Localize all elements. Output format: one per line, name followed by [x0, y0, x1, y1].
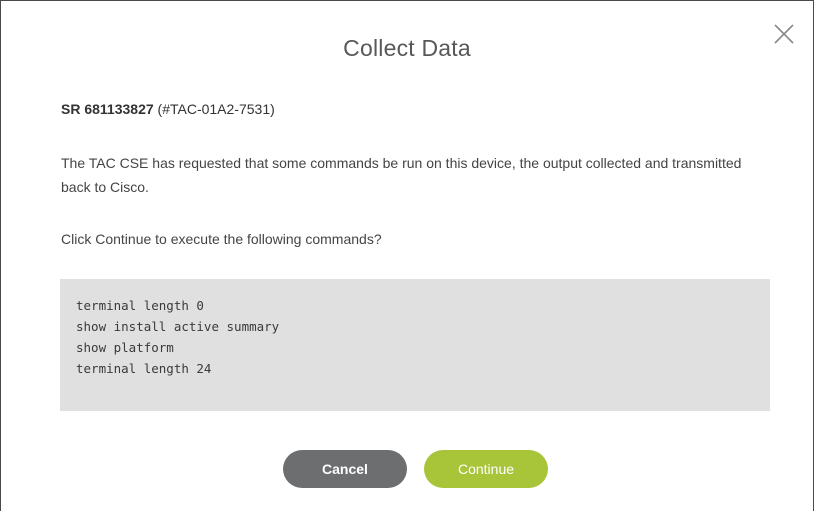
sr-reference: (#TAC-01A2-7531) [157, 101, 275, 117]
command-list: terminal length 0 show install active su… [60, 279, 770, 411]
dialog-description: The TAC CSE has requested that some comm… [61, 155, 742, 195]
service-request-line: SR 681133827 (#TAC-01A2-7531) [61, 101, 275, 117]
continue-button[interactable]: Continue [424, 450, 548, 488]
command-line: terminal length 24 [76, 361, 212, 376]
dialog-prompt: Click Continue to execute the following … [61, 231, 382, 247]
sr-number: SR 681133827 [61, 101, 154, 117]
collect-data-dialog: Collect Data SR 681133827 (#TAC-01A2-753… [0, 0, 814, 511]
command-line: show install active summary [76, 319, 280, 334]
dialog-title: Collect Data [343, 35, 471, 61]
command-line: terminal length 0 [76, 298, 204, 313]
cancel-button[interactable]: Cancel [283, 450, 407, 488]
command-line: show platform [76, 340, 174, 355]
